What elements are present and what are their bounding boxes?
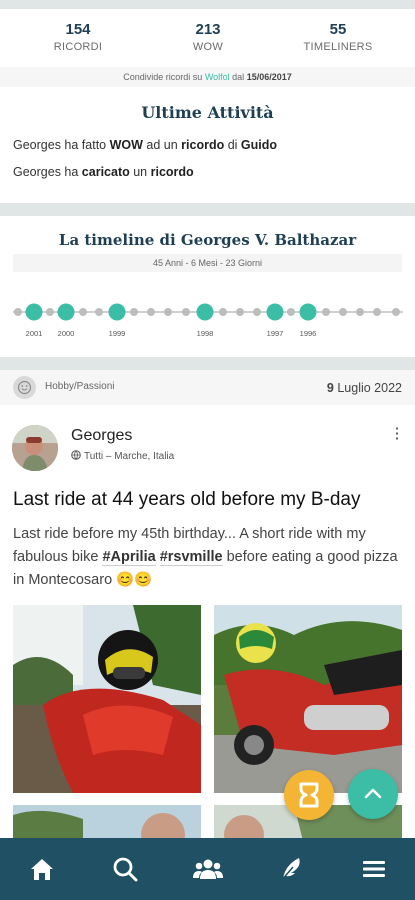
nav-people[interactable] xyxy=(166,838,249,900)
post-visibility: Tutti – Marche, Italia xyxy=(71,450,174,463)
stat-timeliners[interactable]: 55 TIMELINERS xyxy=(269,21,407,53)
stat-label: RICORDI xyxy=(53,41,103,53)
since-middle: dal xyxy=(232,72,245,82)
timeline-year: 2000 xyxy=(58,329,75,338)
post-photo[interactable] xyxy=(13,605,201,793)
activities-title: Ultime Attività xyxy=(141,103,274,122)
chevron-up-icon xyxy=(364,788,382,799)
member-since: Condivide ricordi su Wolfol dal 15/06/20… xyxy=(0,67,415,87)
stat-value: 213 xyxy=(195,21,221,38)
hashtag[interactable]: #rsvmille xyxy=(159,549,223,566)
nav-home[interactable] xyxy=(0,838,83,900)
recent-activities: Ultime Attività Georges ha fatto WOW ad … xyxy=(0,87,415,203)
people-icon xyxy=(192,859,223,879)
timeline-year: 1998 xyxy=(197,329,214,338)
timeline-age: 45 Anni - 6 Mesi - 23 Giorni xyxy=(13,254,402,272)
since-prefix: Condivide ricordi su xyxy=(123,72,203,82)
since-date: 15/06/2017 xyxy=(246,72,292,82)
feather-icon xyxy=(279,858,300,882)
activity-item[interactable]: Georges ha fatto WOW ad un ricordo di Gu… xyxy=(13,138,277,152)
avatar[interactable] xyxy=(12,425,58,471)
hourglass-icon xyxy=(299,782,319,808)
hashtag[interactable]: #Aprilia xyxy=(102,549,156,566)
timeline-year: 2001 xyxy=(26,329,43,338)
search-icon xyxy=(113,857,137,882)
hourglass-button[interactable] xyxy=(284,770,334,820)
timeline-year: 1997 xyxy=(267,329,284,338)
post-category-bar: Hobby/Passioni 9 Luglio 2022 xyxy=(0,370,415,405)
nav-feather[interactable] xyxy=(249,838,332,900)
globe-icon xyxy=(71,450,81,463)
bottom-nav xyxy=(0,838,415,900)
timeline-track[interactable]: 2001 2000 1999 1998 1997 1996 xyxy=(0,296,415,356)
stat-wow[interactable]: 213 WOW xyxy=(139,21,277,53)
home-icon xyxy=(30,859,53,880)
nav-search[interactable] xyxy=(83,838,166,900)
stat-label: WOW xyxy=(192,41,224,53)
stat-value: 154 xyxy=(65,21,91,38)
stat-ricordi[interactable]: 154 RICORDI xyxy=(9,21,147,53)
post-author[interactable]: Georges xyxy=(71,427,132,445)
nav-menu[interactable] xyxy=(332,838,415,900)
activity-item[interactable]: Georges ha caricato un ricordo xyxy=(13,165,194,179)
visibility-text: Tutti – Marche, Italia xyxy=(84,451,175,462)
category-label[interactable]: Hobby/Passioni xyxy=(45,381,114,392)
menu-icon xyxy=(362,861,385,877)
timeline-card: La timeline di Georges V. Balthazar 45 A… xyxy=(0,216,415,357)
post-date: 9 Luglio 2022 xyxy=(326,381,402,395)
stat-label: TIMELINERS xyxy=(303,41,373,53)
scroll-top-button[interactable] xyxy=(348,769,398,819)
timeline-year: 1996 xyxy=(300,329,317,338)
more-options-icon[interactable]: ⋮ xyxy=(389,425,405,443)
profile-stats: 154 RICORDI 213 WOW 55 TIMELINERS xyxy=(0,9,415,67)
post-title: Last ride at 44 years old before my B-da… xyxy=(13,489,361,510)
top-band xyxy=(0,0,415,9)
stat-value: 55 xyxy=(329,21,347,38)
timeline-year: 1999 xyxy=(109,329,126,338)
smile-icon xyxy=(13,376,36,399)
post-body: Last ride before my 45th birthday... A s… xyxy=(13,526,398,588)
app-name: Wolfol xyxy=(204,72,230,82)
timeline-title: La timeline di Georges V. Balthazar xyxy=(58,231,357,249)
post-photo[interactable] xyxy=(214,605,402,793)
